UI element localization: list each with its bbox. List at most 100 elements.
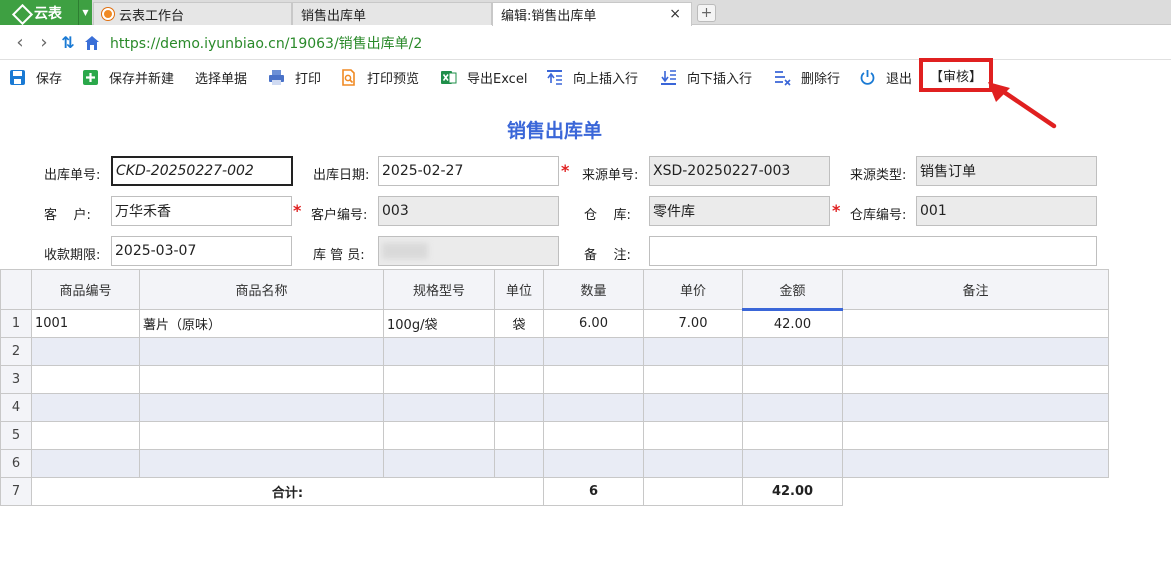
tab-workbench[interactable]: 云表工作台 [93,2,292,25]
source-type-field[interactable]: 销售订单 [916,156,1097,186]
exit-button[interactable]: 退出 [859,66,912,88]
cell[interactable] [139,365,384,394]
remark-field[interactable] [649,236,1097,266]
refresh-icon[interactable]: ⇅ [56,31,80,55]
delete-row-button[interactable]: 删除行 [774,66,840,88]
cell[interactable] [643,421,743,450]
warehouse-field[interactable]: 零件库 [649,196,830,226]
cell[interactable] [742,393,843,422]
select-document-button[interactable]: 选择单据 [195,66,247,88]
pay-deadline-field[interactable]: 2025-03-07 [111,236,292,266]
print-label: 打印 [295,71,322,87]
cell-qty[interactable]: 6.00 [543,309,644,338]
cell[interactable] [643,365,743,394]
print-preview-button[interactable]: 打印预览 [340,66,419,88]
tab-edit-sales-outbound[interactable]: 编辑:销售出库单 × [492,2,692,26]
cell[interactable] [383,365,495,394]
cell[interactable] [643,337,743,366]
cell-remark[interactable] [842,309,1109,338]
close-icon[interactable]: × [669,6,681,22]
tab-bar: 云表 ▼ 云表工作台 销售出库单 编辑:销售出库单 × + [0,0,1171,26]
cell[interactable] [383,393,495,422]
column-header[interactable]: 商品编号 [31,269,140,310]
cell-code[interactable]: 1001 [31,309,140,338]
cell[interactable] [543,337,644,366]
url-text[interactable]: https://demo.iyunbiao.cn/19063/销售出库单/2 [110,33,422,53]
keeper-field[interactable] [378,236,559,266]
out-no-field[interactable]: CKD-20250227-002 [111,156,293,186]
row-number: 4 [0,393,32,422]
exit-label: 退出 [886,71,913,87]
cell[interactable] [139,421,384,450]
cell[interactable] [139,393,384,422]
cell[interactable] [742,449,843,478]
column-header[interactable]: 备注 [842,269,1109,310]
cell-amount[interactable]: 42.00 [742,309,843,338]
cell[interactable] [742,337,843,366]
cell[interactable] [494,393,544,422]
insert-row-below-button[interactable]: 向下插入行 [660,66,752,88]
cell[interactable] [543,449,644,478]
back-icon[interactable]: ‹ [8,31,32,55]
save-button[interactable]: 保存 [9,66,62,88]
cell[interactable] [842,365,1109,394]
cell-name[interactable]: 薯片（原味） [139,309,384,338]
cell[interactable] [31,393,140,422]
column-header[interactable]: 数量 [543,269,644,310]
cell[interactable] [543,365,644,394]
cell[interactable] [543,393,644,422]
column-header[interactable]: 规格型号 [383,269,495,310]
print-button[interactable]: 打印 [268,66,321,88]
cell-spec[interactable]: 100g/袋 [383,309,495,338]
cell[interactable] [842,337,1109,366]
export-excel-button[interactable]: 导出Excel [440,66,527,88]
print-preview-label: 打印预览 [367,71,420,87]
out-date-field[interactable]: 2025-02-27 [378,156,559,186]
cell[interactable] [494,421,544,450]
row-number: 6 [0,449,32,478]
insert-row-above-button[interactable]: 向上插入行 [546,66,638,88]
cell[interactable] [643,393,743,422]
address-bar: ‹ › ⇅ https://demo.iyunbiao.cn/19063/销售出… [0,26,1171,60]
column-header[interactable]: 商品名称 [139,269,384,310]
cell[interactable] [742,421,843,450]
new-tab-button[interactable]: + [697,4,716,22]
source-no-field[interactable]: XSD-20250227-003 [649,156,830,186]
cell[interactable] [842,393,1109,422]
cell[interactable] [139,337,384,366]
cell[interactable] [643,449,743,478]
app-menu-button[interactable]: 云表 ▼ [0,0,92,25]
save-and-new-button[interactable]: 保存并新建 [82,66,174,88]
cell[interactable] [31,421,140,450]
cell[interactable] [31,449,140,478]
cell[interactable] [139,449,384,478]
cell[interactable] [494,449,544,478]
table-row: 5 [0,421,1109,450]
cell-unit[interactable]: 袋 [494,309,544,338]
row-number: 5 [0,421,32,450]
cell[interactable] [842,449,1109,478]
tab-sales-outbound-list[interactable]: 销售出库单 [292,2,492,25]
warehouse-no-field[interactable]: 001 [916,196,1097,226]
cell-price[interactable]: 7.00 [643,309,743,338]
remark-label: 备 注: [584,248,631,263]
column-header[interactable]: 单位 [494,269,544,310]
cell[interactable] [31,337,140,366]
customer-field[interactable]: 万华禾香 [111,196,292,226]
column-header[interactable]: 单价 [643,269,743,310]
column-header-selected[interactable]: 金额 [742,269,843,311]
cell[interactable] [494,337,544,366]
cell[interactable] [494,365,544,394]
cell[interactable] [383,337,495,366]
forward-icon[interactable]: › [32,31,56,55]
cell[interactable] [383,421,495,450]
cell[interactable] [742,365,843,394]
cell[interactable] [842,421,1109,450]
cell[interactable] [31,365,140,394]
home-icon[interactable] [80,31,104,55]
customer-no-field[interactable]: 003 [378,196,559,226]
cell[interactable] [543,421,644,450]
source-no-label: 来源单号: [582,168,639,183]
cell[interactable] [383,449,495,478]
chevron-down-icon[interactable]: ▼ [78,0,92,25]
